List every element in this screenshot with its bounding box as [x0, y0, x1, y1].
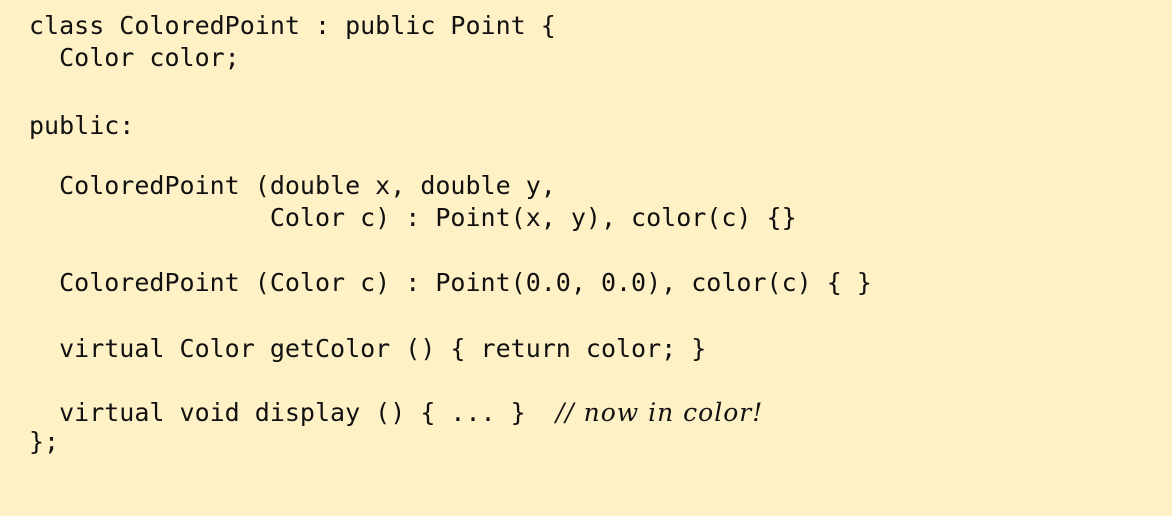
code-line-2-text: Color color;: [29, 43, 240, 72]
code-line-2: Color color;: [29, 43, 240, 73]
code-line-4-text: ColoredPoint (double x, double y,: [29, 171, 556, 200]
code-line-7: virtual Color getColor () { return color…: [29, 334, 706, 364]
code-line-9: };: [29, 427, 59, 457]
code-line-8: virtual void display () { ... } // now i…: [29, 398, 763, 428]
code-panel: class ColoredPoint : public Point { Colo…: [0, 0, 1172, 516]
code-line-7-text: virtual Color getColor () { return color…: [29, 334, 707, 363]
code-line-6-text: ColoredPoint (Color c) : Point(0.0, 0.0)…: [29, 268, 872, 297]
code-line-4: ColoredPoint (double x, double y,: [29, 171, 556, 201]
code-comment: // now in color!: [555, 398, 764, 427]
code-line-5: Color c) : Point(x, y), color(c) {}: [29, 203, 797, 233]
code-line-1: class ColoredPoint : public Point {: [29, 11, 556, 41]
code-line-9-text: };: [29, 427, 60, 456]
code-line-5-text: Color c) : Point(x, y), color(c) {}: [29, 203, 797, 232]
code-line-8-text: virtual void display () { ... }: [29, 398, 526, 427]
code-line-6: ColoredPoint (Color c) : Point(0.0, 0.0)…: [29, 268, 872, 298]
code-line-3-text: public:: [29, 111, 135, 140]
code-line-1-text: class ColoredPoint : public Point {: [29, 11, 556, 40]
code-line-3: public:: [29, 111, 134, 141]
